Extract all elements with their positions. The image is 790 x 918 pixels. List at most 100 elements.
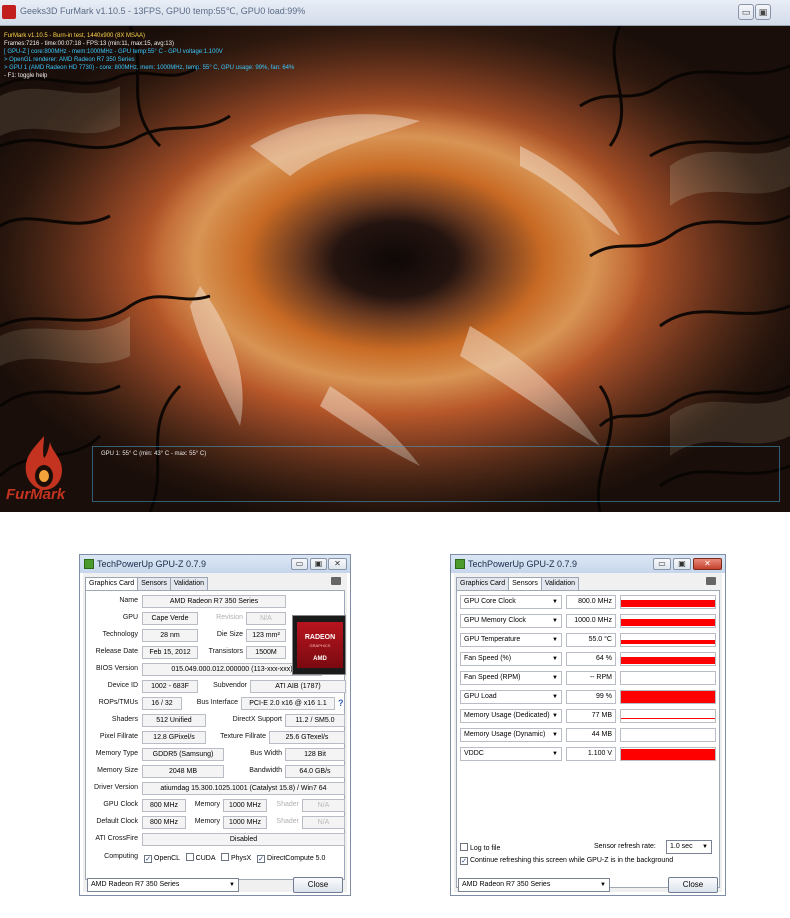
tab-sensors[interactable]: Sensors [137, 577, 171, 590]
sensor-name-dropdown[interactable]: Memory Usage (Dynamic) ▼ [460, 728, 562, 742]
close-button[interactable]: Close [668, 877, 718, 893]
card-select-dropdown[interactable]: AMD Radeon R7 350 Series ▼ [87, 878, 239, 892]
die-size-value: 123 mm² [246, 629, 286, 642]
rops-tmus-value: 16 / 32 [142, 697, 182, 710]
default-clock-value: 800 MHz [142, 816, 186, 829]
minimize-button[interactable]: ▭ [291, 558, 308, 570]
chevron-down-icon: ▼ [552, 751, 558, 757]
transistors-value: 1500M [246, 646, 286, 659]
memory-size-value: 2048 MB [142, 765, 224, 778]
directx-label: DirectX Support [232, 716, 282, 723]
sensor-graph-bar [621, 600, 715, 607]
sensor-graph [620, 652, 716, 666]
opencl-checkbox[interactable]: ✓ OpenCL [144, 855, 180, 863]
driver-version-label: Driver Version [94, 784, 138, 791]
maximize-button[interactable]: ▣ [755, 4, 771, 20]
close-window-button[interactable]: ✕ [693, 558, 722, 570]
name-value: AMD Radeon R7 350 Series [142, 595, 286, 608]
chevron-down-icon: ▼ [600, 882, 606, 888]
tab-graphics-card[interactable]: Graphics Card [456, 577, 510, 590]
radeon-logo-text: RADEON [304, 634, 336, 641]
bus-width-value: 128 Bit [285, 748, 345, 761]
sensor-name-dropdown[interactable]: GPU Memory Clock ▼ [460, 614, 562, 628]
gpuz-titlebar[interactable]: TechPowerUp GPU-Z 0.7.9 ▭ ▣ ✕ [80, 555, 350, 573]
chevron-down-icon: ▼ [552, 713, 558, 719]
radeon-logo: RADEON GRAPHICS AMD [292, 615, 346, 675]
minimize-button[interactable]: ▭ [738, 4, 754, 20]
sensor-name-dropdown[interactable]: Fan Speed (RPM) ▼ [460, 671, 562, 685]
bus-help-icon[interactable]: ? [338, 698, 344, 708]
sensor-graph [620, 709, 716, 723]
maximize-button[interactable]: ▣ [673, 558, 691, 570]
chevron-down-icon: ▼ [552, 618, 558, 624]
technology-value: 28 nm [142, 629, 198, 642]
sensor-value: 1000.0 MHz [566, 614, 616, 628]
tab-validation[interactable]: Validation [540, 577, 580, 590]
sensor-graph-bar [621, 657, 715, 664]
pixel-fillrate-value: 12.8 GPixel/s [142, 731, 206, 744]
maximize-button[interactable]: ▣ [310, 558, 327, 570]
tab-sensors[interactable]: Sensors [508, 577, 542, 591]
sensor-name-dropdown[interactable]: GPU Load ▼ [460, 690, 562, 704]
overlay-line: > OpenGL renderer: AMD Radeon R7 350 Ser… [4, 57, 135, 63]
memory-clock-value: 1000 MHz [223, 799, 267, 812]
sensor-graph-bar [621, 640, 715, 644]
minimize-button[interactable]: ▭ [653, 558, 671, 570]
cuda-checkbox[interactable]: CUDA [185, 853, 215, 862]
computing-label: Computing [104, 853, 138, 860]
card-select-dropdown[interactable]: AMD Radeon R7 350 Series ▼ [458, 878, 610, 892]
sensor-value: 64 % [566, 652, 616, 666]
sensor-graph [620, 633, 716, 647]
refresh-rate-value: 1.0 sec [670, 843, 693, 850]
gpu-value: Cape Verde [142, 612, 198, 625]
release-date-label: Release Date [95, 648, 138, 655]
gpuz-app-icon [455, 559, 465, 569]
fur-rendering-scene [0, 26, 790, 512]
log-to-file-checkbox[interactable]: Log to file [460, 843, 500, 852]
texture-fillrate-value: 25.6 GTexel/s [269, 731, 345, 744]
overlay-line: FurMark v1.10.5 - Burn-in test, 1440x900… [4, 33, 146, 39]
tab-graphics-card[interactable]: Graphics Card [85, 577, 139, 591]
camera-icon[interactable] [706, 577, 716, 585]
sensor-name-dropdown[interactable]: VDDC ▼ [460, 747, 562, 761]
default-shader-label: Shader [276, 818, 299, 825]
tab-bar: Graphics Card Sensors Validation [85, 576, 209, 591]
refresh-rate-dropdown[interactable]: 1.0 sec ▼ [666, 840, 712, 854]
tab-validation[interactable]: Validation [169, 577, 209, 590]
driver-version-value: atiumdag 15.300.1025.1001 (Catalyst 15.8… [142, 782, 345, 795]
sensor-graph-bar [621, 718, 715, 719]
sensor-name: Memory Usage (Dynamic) [464, 731, 546, 738]
furmark-stats-overlay: FurMark v1.10.5 - Burn-in test, 1440x900… [4, 32, 294, 80]
furmark-app-icon [2, 5, 16, 19]
camera-icon[interactable] [331, 577, 341, 585]
checked-icon: ✓ [257, 855, 266, 863]
default-memory-value: 1000 MHz [223, 816, 267, 829]
physx-checkbox[interactable]: PhysX [220, 853, 251, 862]
furmark-titlebar[interactable]: Geeks3D FurMark v1.10.5 - 13FPS, GPU0 te… [0, 0, 790, 26]
unchecked-icon [185, 853, 194, 861]
bus-width-label: Bus Width [250, 750, 282, 757]
close-button[interactable]: Close [293, 877, 343, 893]
continue-refresh-checkbox[interactable]: ✓ Continue refreshing this screen while G… [460, 857, 673, 865]
gpuz-title: TechPowerUp GPU-Z 0.7.9 [468, 559, 578, 569]
sensor-name-dropdown[interactable]: GPU Core Clock ▼ [460, 595, 562, 609]
device-id-value: 1002 - 683F [142, 680, 198, 693]
sensor-name-dropdown[interactable]: GPU Temperature ▼ [460, 633, 562, 647]
subvendor-value: ATI AIB (1787) [250, 680, 346, 693]
overlay-line: > GPU 1 (AMD Radeon HD 7730) - core: 800… [4, 65, 295, 71]
sensor-value: 99 % [566, 690, 616, 704]
crossfire-value: Disabled [142, 833, 345, 846]
sensor-value: 55.0 °C [566, 633, 616, 647]
gpuz-titlebar[interactable]: TechPowerUp GPU-Z 0.7.9 ▭ ▣ ✕ [451, 555, 725, 573]
sensor-name-dropdown[interactable]: Fan Speed (%) ▼ [460, 652, 562, 666]
furmark-logo-text: FurMark [6, 486, 66, 503]
chevron-down-icon: ▼ [702, 844, 708, 850]
close-window-button[interactable]: ✕ [328, 558, 347, 570]
sensor-name: Fan Speed (RPM) [464, 674, 521, 681]
revision-value: N/A [246, 612, 286, 625]
sensor-name-dropdown[interactable]: Memory Usage (Dedicated) ▼ [460, 709, 562, 723]
directcompute-checkbox[interactable]: ✓ DirectCompute 5.0 [257, 855, 325, 863]
sensor-graph-bar [621, 691, 715, 703]
bottom-bar: AMD Radeon R7 350 Series ▼ Close [85, 875, 345, 895]
release-date-value: Feb 15, 2012 [142, 646, 198, 659]
